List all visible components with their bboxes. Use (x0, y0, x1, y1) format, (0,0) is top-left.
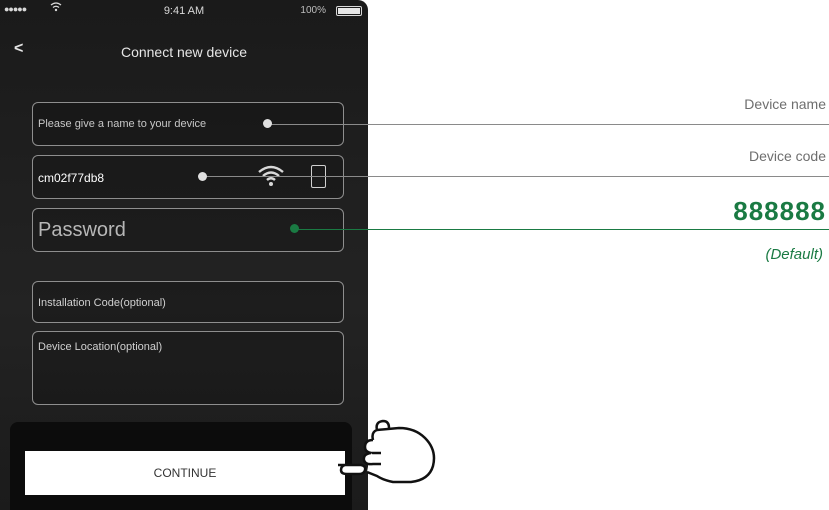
continue-button[interactable]: CONTINUE (25, 451, 345, 495)
device-name-leader (270, 124, 829, 125)
device-name-callout: Device name (744, 96, 826, 112)
default-note: (Default) (765, 246, 823, 263)
device-code-callout: Device code (748, 148, 826, 164)
password-leader (297, 229, 829, 230)
device-name-placeholder: Please give a name to your device (38, 118, 207, 130)
default-password-callout: 888888 (733, 196, 826, 226)
page-title: Connect new device (120, 44, 248, 60)
password-placeholder: Password (38, 219, 126, 241)
battery-percent: 100% (300, 5, 326, 16)
status-bar: ●●●●● 9:41 AM 100% (0, 0, 368, 22)
phone-screen: ●●●●● 9:41 AM 100% < Connect new device … (0, 0, 368, 510)
wifi-icon[interactable] (257, 163, 285, 192)
device-code-leader (205, 176, 829, 177)
nav-bar: < Connect new device (0, 36, 368, 66)
device-code-dot (198, 172, 207, 181)
device-name-dot (263, 119, 272, 128)
device-code-value: cm02f77db8 (38, 171, 105, 185)
device-code-field[interactable]: cm02f77db8 (32, 155, 344, 199)
tap-hand-icon (333, 418, 443, 493)
password-dot (290, 224, 299, 233)
installation-code-field[interactable]: Installation Code(optional) (32, 281, 344, 323)
device-location-placeholder: Device Location(optional) (38, 341, 163, 353)
battery-icon (336, 6, 362, 16)
installation-code-placeholder: Installation Code(optional) (38, 297, 166, 309)
device-location-field[interactable]: Device Location(optional) (32, 331, 344, 405)
